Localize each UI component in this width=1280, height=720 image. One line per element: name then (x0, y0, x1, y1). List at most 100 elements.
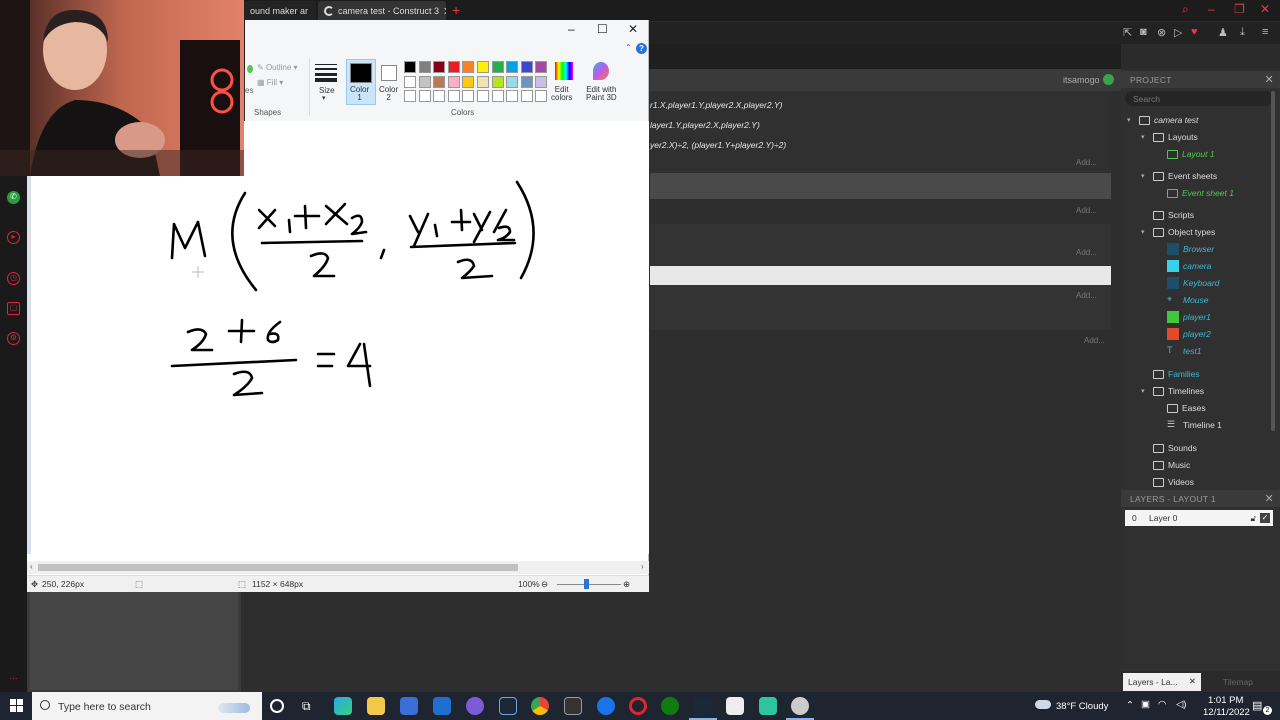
file-explorer-icon[interactable] (367, 697, 385, 715)
notification-icon[interactable]: ▤ (1252, 699, 1262, 712)
tray-chevron-icon[interactable]: ⌃ (1126, 700, 1134, 711)
opera-icon[interactable] (629, 697, 647, 715)
palette-color-swatch[interactable] (462, 75, 475, 88)
tree-item-keyboard[interactable]: Keyboard (1167, 275, 1219, 291)
edit-colors-icon[interactable] (555, 62, 573, 80)
clock-date[interactable]: 12/11/2022 (1203, 707, 1250, 718)
zoom-slider-track[interactable] (557, 584, 621, 585)
event-action-text[interactable]: layer1.Y,player2.X,player2.Y) (650, 120, 760, 130)
palette-color-swatch[interactable] (418, 90, 431, 102)
player-icon[interactable]: ▸ (7, 231, 20, 244)
tree-item-browser[interactable]: Browser (1167, 241, 1214, 257)
close-icon[interactable]: ✕ (1260, 2, 1270, 16)
help-icon[interactable]: ? (636, 43, 647, 54)
clock-time[interactable]: 1:01 PM (1208, 695, 1243, 706)
tree-item-event-sheets[interactable]: ▾ Event sheets (1141, 168, 1217, 184)
event-block[interactable] (650, 224, 1111, 266)
palette-color-swatch[interactable] (506, 75, 519, 88)
tree-item-camera[interactable]: camera (1167, 258, 1211, 274)
add-action-link[interactable]: Add... (1076, 291, 1097, 300)
minimize-icon[interactable]: – (1208, 2, 1215, 16)
palette-color-swatch[interactable] (462, 90, 475, 102)
palette-color-swatch[interactable] (535, 90, 548, 102)
store-icon[interactable] (400, 697, 418, 715)
tab-layers[interactable]: Layers - La... ✕ (1123, 673, 1201, 691)
share-icon[interactable]: ⇱ (1123, 26, 1132, 39)
palette-color-swatch[interactable] (520, 75, 533, 88)
xbox-icon[interactable] (661, 697, 679, 715)
steam-icon[interactable] (499, 697, 517, 715)
paint-icon[interactable] (791, 697, 809, 715)
palette-color-swatch[interactable] (404, 90, 416, 102)
close-icon[interactable]: ✕ (628, 22, 638, 36)
minimize-icon[interactable]: – (568, 22, 575, 36)
tree-item-music[interactable]: Music (1153, 457, 1190, 473)
scroll-right-icon[interactable]: › (641, 562, 644, 571)
close-icon[interactable]: ✕ (1264, 492, 1274, 505)
palette-color-swatch[interactable] (418, 75, 431, 88)
edit-colors-button[interactable]: Edit colors (551, 86, 572, 102)
history-icon[interactable]: ◷ (7, 272, 20, 285)
add-action-link[interactable]: Add... (1076, 248, 1097, 257)
tree-item-mouse[interactable]: ⌖ Mouse (1167, 292, 1209, 308)
tab-tilemap[interactable]: Tilemap (1223, 677, 1253, 687)
new-tab-button[interactable]: + (452, 2, 460, 18)
heart-icon[interactable]: ♥ (1191, 26, 1198, 38)
visible-checkbox[interactable]: ✓ (1260, 513, 1270, 523)
tree-item-test1[interactable]: Ttest1 (1167, 343, 1201, 359)
volume-icon[interactable]: ◁) (1176, 699, 1186, 710)
zoom-out-icon[interactable]: ⊖ (541, 579, 548, 590)
add-action-link[interactable]: Add... (1076, 158, 1097, 167)
tree-item-camera-test[interactable]: ▾ camera test (1127, 112, 1198, 128)
tree-item-object-types[interactable]: ▾ Object types (1141, 224, 1215, 240)
event-action-text[interactable]: r1.X,player1.Y,player2.X,player2.Y) (650, 100, 782, 110)
palette-color-swatch[interactable] (433, 90, 446, 102)
palette-color-swatch[interactable] (462, 61, 475, 73)
tree-item-layouts[interactable]: ▾ Layouts (1141, 129, 1198, 145)
palette-color-swatch[interactable] (404, 61, 416, 73)
user-avatar[interactable] (1103, 74, 1114, 85)
zoom-slider-thumb[interactable] (584, 579, 589, 589)
project-search-input[interactable]: Search (1125, 91, 1273, 106)
palette-color-swatch[interactable] (477, 61, 489, 73)
tree-item-timeline-1[interactable]: ☰ Timeline 1 (1167, 417, 1222, 433)
color2-label[interactable]: Color 2 (379, 86, 398, 102)
tree-item-eases[interactable]: Eases (1167, 400, 1206, 416)
fill-dropdown[interactable]: ▦ Fill ▾ (257, 78, 283, 87)
task-view-icon[interactable]: ⧉ (302, 699, 311, 714)
ribbon-collapse-icon[interactable]: ⌃ (625, 43, 632, 52)
tree-item-event-sheet-1[interactable]: Event sheet 1 (1167, 185, 1234, 201)
event-row-selected[interactable] (650, 266, 1111, 285)
tree-item-videos[interactable]: Videos (1153, 474, 1194, 490)
event-action-text[interactable]: yer2.X)÷2, (player1.Y+player2.Y)÷2) (650, 140, 786, 150)
block-icon[interactable]: ⊗ (1157, 26, 1166, 39)
palette-color-swatch[interactable] (433, 75, 446, 88)
palette-color-swatch[interactable] (447, 75, 460, 88)
wifi-icon[interactable]: ◠ (1158, 699, 1166, 710)
add-event-link[interactable]: Add... (1084, 336, 1105, 345)
layer-row[interactable]: 0 Layer 0 🔓︎ ✓ (1125, 510, 1273, 526)
palette-color-swatch[interactable] (491, 75, 504, 88)
bluetooth-icon[interactable] (597, 697, 615, 715)
search-icon[interactable]: ⌕ (1182, 2, 1189, 17)
more-icon[interactable]: ⋯ (7, 674, 20, 687)
tree-item-families[interactable]: Families (1153, 366, 1200, 382)
lock-icon[interactable]: 🔓︎ (1250, 513, 1256, 524)
cortana-icon[interactable] (270, 699, 284, 713)
weather-text[interactable]: 38°F Cloudy (1056, 701, 1108, 712)
cpu-monitor-icon[interactable] (564, 697, 582, 715)
tree-item-scripts[interactable]: Scripts (1153, 207, 1194, 223)
tree-item-timelines[interactable]: ▾ Timelines (1141, 383, 1204, 399)
maximize-icon[interactable]: ☐ (597, 22, 608, 36)
add-action-link[interactable]: Add... (1076, 206, 1097, 215)
edge-icon[interactable] (334, 697, 352, 715)
palette-color-swatch[interactable] (535, 75, 548, 88)
palette-color-swatch[interactable] (506, 90, 519, 102)
palette-color-swatch[interactable] (506, 61, 519, 73)
tree-item-sounds[interactable]: Sounds (1153, 440, 1197, 456)
play-icon[interactable]: ▷ (1174, 26, 1182, 39)
palette-color-swatch[interactable] (520, 90, 533, 102)
scroll-left-icon[interactable]: ‹ (30, 562, 33, 571)
size-icon[interactable] (315, 62, 337, 82)
palette-color-swatch[interactable] (491, 61, 504, 73)
